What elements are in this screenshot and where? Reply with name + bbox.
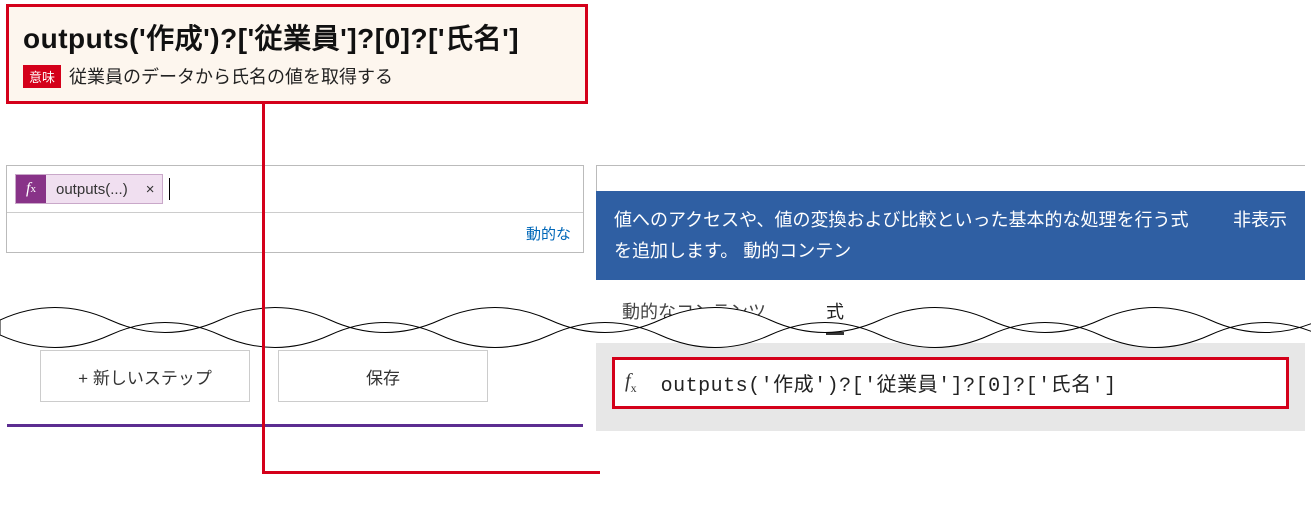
hide-link[interactable]: 非表示 — [1233, 205, 1287, 266]
text-cursor — [169, 178, 170, 200]
expression-panel: 値へのアクセスや、値の変換および比較といった基本的な処理を行う式を追加します。 … — [596, 165, 1305, 431]
dynamic-content-link[interactable]: 動的な — [7, 213, 583, 252]
help-banner: 値へのアクセスや、値の変換および比較といった基本的な処理を行う式を追加します。 … — [596, 191, 1305, 280]
meaning-badge: 意味 — [23, 65, 61, 88]
token-remove-icon[interactable]: × — [138, 181, 163, 198]
expression-token[interactable]: fx outputs(...) × — [15, 174, 163, 204]
connector-line-horizontal — [262, 471, 600, 474]
callout-description-row: 意味 従業員のデータから氏名の値を取得する — [23, 63, 571, 89]
tab-dynamic-content[interactable]: 動的なコンテンツ — [622, 298, 766, 335]
callout-expression: outputs('作成')?['従業員']?[0]?['氏名'] — [23, 17, 571, 57]
tab-expression[interactable]: 式 — [826, 298, 844, 335]
flow-card: fx outputs(...) × 動的な — [6, 165, 584, 253]
callout-box: outputs('作成')?['従業員']?[0]?['氏名'] 意味 従業員の… — [6, 4, 588, 104]
fx-icon: fx — [625, 370, 637, 396]
save-button[interactable]: 保存 — [278, 350, 488, 402]
card-separator — [7, 424, 583, 427]
panel-top-border — [596, 165, 1305, 191]
token-label: outputs(...) — [46, 181, 138, 198]
expression-input-row[interactable]: fx outputs(...) × — [7, 166, 583, 213]
help-text: 値へのアクセスや、値の変換および比較といった基本的な処理を行う式を追加します。 … — [614, 205, 1203, 266]
tabs-row: 動的なコンテンツ 式 — [596, 280, 1305, 343]
connector-line-vertical — [262, 104, 265, 474]
callout-description: 従業員のデータから氏名の値を取得する — [69, 63, 393, 89]
fx-icon: fx — [16, 175, 46, 203]
expression-input-area: fx outputs('作成')?['従業員']?[0]?['氏名'] — [596, 343, 1305, 431]
new-step-button[interactable]: + 新しいステップ — [40, 350, 250, 402]
expression-text: outputs('作成')?['従業員']?[0]?['氏名'] — [661, 368, 1117, 398]
expression-input[interactable]: fx outputs('作成')?['従業員']?[0]?['氏名'] — [612, 357, 1289, 409]
